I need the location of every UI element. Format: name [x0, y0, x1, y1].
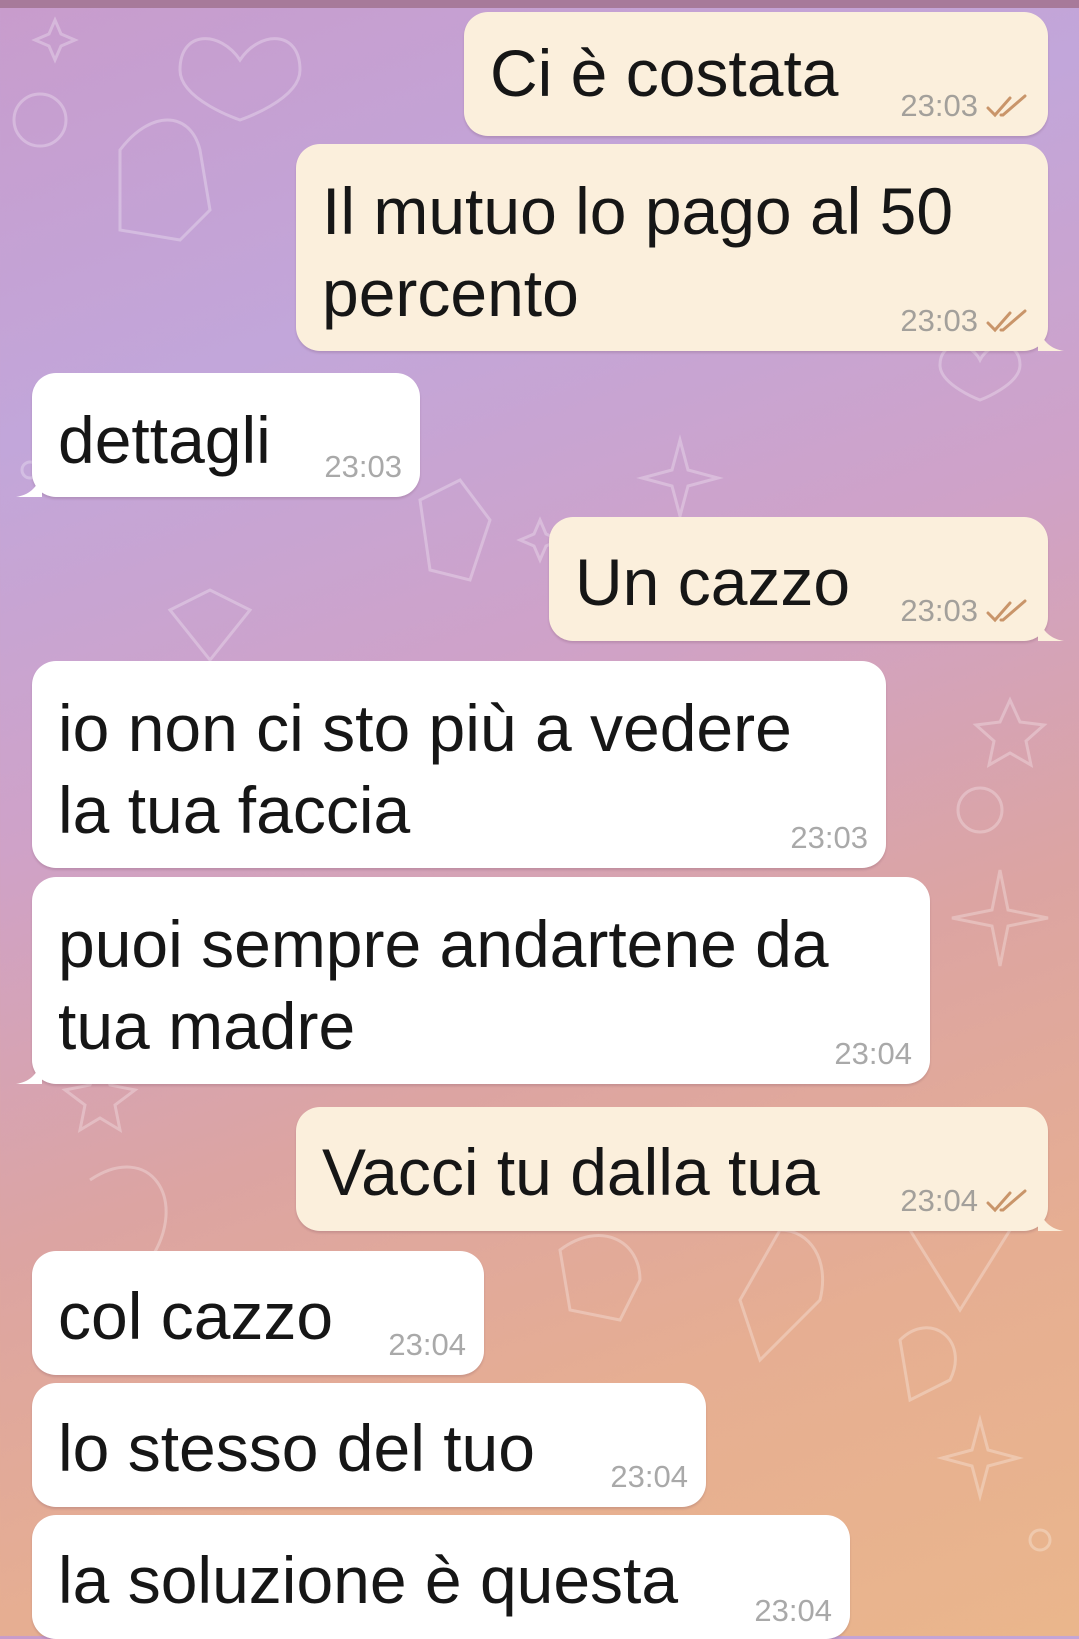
message-timestamp: 23:03 — [790, 820, 868, 855]
message-meta: 23:03 — [900, 593, 1030, 629]
message-text-line-1: io non ci sto più a vedere — [58, 691, 792, 765]
message-meta: 23:04 — [388, 1327, 466, 1363]
message-text-line-1: Il mutuo lo pago al 50 — [322, 174, 954, 248]
message-bubble-incoming[interactable]: col cazzo 23:04 — [32, 1251, 484, 1375]
message-timestamp: 23:04 — [900, 1183, 978, 1218]
message-text: la soluzione è questa — [58, 1543, 679, 1617]
message-text: Vacci tu dalla tua — [322, 1135, 820, 1209]
message-meta: 23:04 — [754, 1593, 832, 1629]
message-text-line-2: tua madre — [58, 989, 356, 1063]
read-double-check-icon — [986, 94, 1027, 118]
message-timestamp: 23:03 — [900, 88, 978, 123]
bubble-tail — [1038, 1205, 1064, 1231]
message-text-line-1: puoi sempre andartene da — [58, 907, 829, 981]
message-text: lo stesso del tuo — [58, 1411, 535, 1485]
message-timestamp: 23:04 — [610, 1459, 688, 1494]
message-meta: 23:04 — [900, 1183, 1030, 1219]
message-bubble-incoming[interactable]: io non ci sto più a vedere la tua faccia… — [32, 661, 886, 868]
read-double-check-icon — [986, 1189, 1027, 1213]
message-meta: 23:03 — [900, 303, 1030, 339]
read-double-check-icon — [986, 599, 1027, 623]
message-bubble-incoming[interactable]: dettagli 23:03 — [16, 373, 420, 497]
read-double-check-icon — [986, 309, 1027, 333]
message-text: Ci è costata — [490, 36, 839, 110]
bubble-tail — [16, 1058, 42, 1084]
message-meta: 23:03 — [324, 449, 402, 485]
message-meta: 23:03 — [790, 820, 868, 856]
bubble-tail — [16, 471, 42, 497]
message-text-line-2: la tua faccia — [58, 773, 411, 847]
message-meta: 23:04 — [610, 1459, 688, 1495]
message-text: col cazzo — [58, 1279, 334, 1353]
message-meta: 23:03 — [900, 88, 1030, 124]
bubble-tail — [1038, 325, 1064, 351]
message-timestamp: 23:03 — [900, 303, 978, 338]
message-meta: 23:04 — [834, 1036, 912, 1072]
bubble-tail — [1038, 615, 1064, 641]
message-bubble-incoming[interactable]: la soluzione è questa 23:04 — [32, 1515, 850, 1639]
message-timestamp: 23:04 — [388, 1327, 466, 1362]
message-bubble-incoming[interactable]: puoi sempre andartene da tua madre 23:04 — [16, 877, 930, 1084]
message-bubble-incoming[interactable]: lo stesso del tuo 23:04 — [32, 1383, 706, 1507]
message-timestamp: 23:03 — [900, 593, 978, 628]
message-bubble-outgoing[interactable]: Ci è costata 23:03 — [464, 12, 1048, 136]
message-bubble-outgoing[interactable]: Il mutuo lo pago al 50 percento 23:03 — [296, 144, 1064, 351]
message-text: Un cazzo — [575, 545, 851, 619]
message-bubble-outgoing[interactable]: Vacci tu dalla tua 23:04 — [296, 1107, 1064, 1231]
message-bubble-outgoing[interactable]: Un cazzo 23:03 — [549, 517, 1064, 641]
message-timestamp: 23:04 — [754, 1593, 832, 1628]
message-text-line-2: percento — [322, 256, 579, 330]
message-timestamp: 23:04 — [834, 1036, 912, 1071]
message-text: dettagli — [58, 403, 271, 477]
message-timestamp: 23:03 — [324, 449, 402, 484]
